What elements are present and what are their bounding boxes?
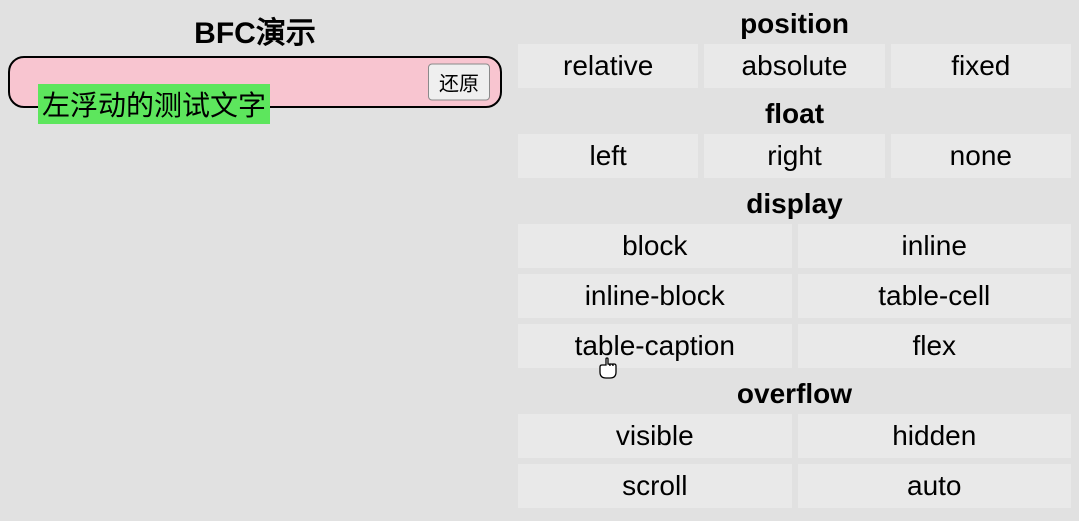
option-position-absolute[interactable]: absolute	[704, 44, 884, 88]
demo-panel: BFC演示 还原 左浮动的测试文字	[0, 0, 510, 521]
option-overflow-visible[interactable]: visible	[518, 414, 792, 458]
options-panel: position relative absolute fixed float l…	[510, 0, 1079, 521]
option-float-none[interactable]: none	[891, 134, 1071, 178]
option-display-inline[interactable]: inline	[798, 224, 1072, 268]
float-text: 左浮动的测试文字	[38, 84, 270, 124]
page-title: BFC演示	[8, 8, 502, 52]
option-float-left[interactable]: left	[518, 134, 698, 178]
option-display-inline-block[interactable]: inline-block	[518, 274, 792, 318]
option-display-table-cell[interactable]: table-cell	[798, 274, 1072, 318]
section-label-display: display	[518, 184, 1071, 224]
option-overflow-scroll[interactable]: scroll	[518, 464, 792, 508]
section-label-position: position	[518, 4, 1071, 44]
option-overflow-hidden[interactable]: hidden	[798, 414, 1072, 458]
option-position-fixed[interactable]: fixed	[891, 44, 1071, 88]
section-label-overflow: overflow	[518, 374, 1071, 414]
option-display-flex[interactable]: flex	[798, 324, 1072, 368]
reset-button[interactable]: 还原	[428, 64, 490, 101]
option-float-right[interactable]: right	[704, 134, 884, 178]
option-position-relative[interactable]: relative	[518, 44, 698, 88]
section-label-float: float	[518, 94, 1071, 134]
option-display-block[interactable]: block	[518, 224, 792, 268]
option-display-table-caption[interactable]: table-caption	[518, 324, 792, 368]
option-overflow-auto[interactable]: auto	[798, 464, 1072, 508]
